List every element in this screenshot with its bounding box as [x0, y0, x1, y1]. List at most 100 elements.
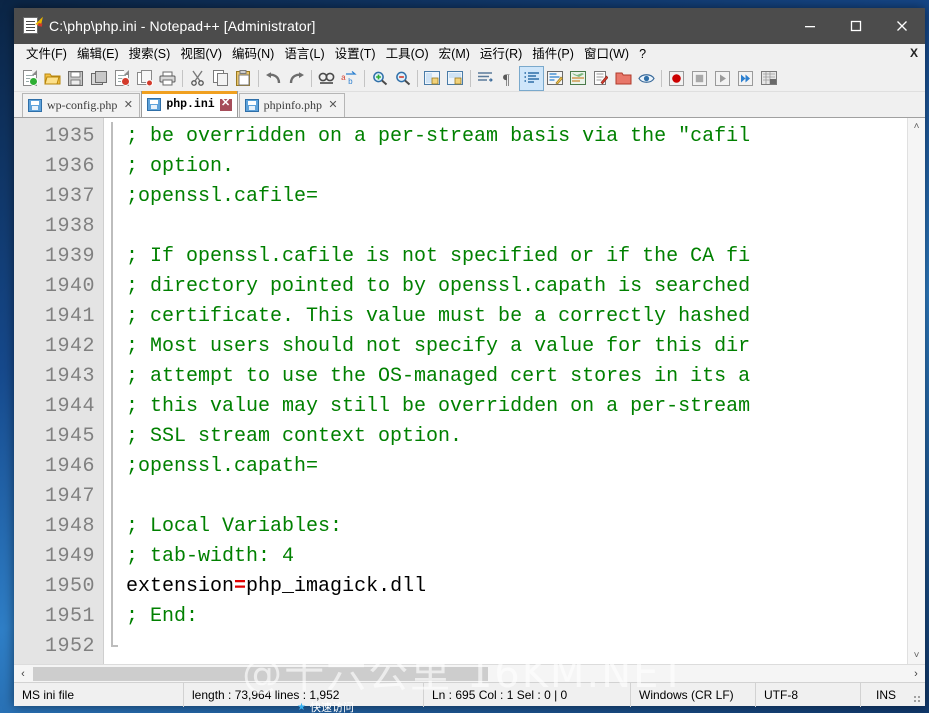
word-wrap-icon[interactable]: [474, 67, 497, 90]
tab-php-ini[interactable]: php.ini ✕: [141, 91, 238, 117]
save-all-icon[interactable]: [87, 67, 110, 90]
indent-guide-icon[interactable]: [519, 65, 544, 91]
fold-marker[interactable]: [104, 182, 122, 212]
find-icon[interactable]: [315, 67, 338, 90]
menu-settings[interactable]: 设置(T): [330, 45, 381, 64]
code-line[interactable]: [122, 482, 907, 512]
maximize-button[interactable]: [833, 8, 879, 44]
fold-marker[interactable]: [104, 272, 122, 302]
tab-close-icon[interactable]: ✕: [122, 100, 134, 112]
code-line[interactable]: ; this value may still be overridden on …: [122, 392, 907, 422]
horizontal-scrollbar[interactable]: ‹ ›: [14, 664, 925, 682]
fold-marker[interactable]: [104, 542, 122, 572]
menu-plugins[interactable]: 插件(P): [527, 45, 579, 64]
fold-marker[interactable]: [104, 362, 122, 392]
code-line[interactable]: ;openssl.cafile=: [122, 182, 907, 212]
menu-language[interactable]: 语言(L): [279, 45, 329, 64]
macro-record-icon[interactable]: [665, 67, 688, 90]
code-line[interactable]: ; be overridden on a per-stream basis vi…: [122, 122, 907, 152]
code-line[interactable]: ; If openssl.cafile is not specified or …: [122, 242, 907, 272]
menu-encoding[interactable]: 编码(N): [227, 45, 279, 64]
zoom-out-icon[interactable]: [391, 67, 414, 90]
redo-icon[interactable]: [285, 67, 308, 90]
tab-phpinfo-php[interactable]: phpinfo.php ✕: [238, 93, 345, 117]
code-text-area[interactable]: ; be overridden on a per-stream basis vi…: [122, 118, 907, 664]
code-line[interactable]: ;openssl.capath=: [122, 452, 907, 482]
new-file-icon[interactable]: [18, 67, 41, 90]
code-line[interactable]: ; option.: [122, 152, 907, 182]
print-icon[interactable]: [156, 67, 179, 90]
tab-close-icon[interactable]: ✕: [219, 98, 232, 111]
sync-horizontal-scroll-icon[interactable]: [444, 67, 467, 90]
code-line[interactable]: ; tab-width: 4: [122, 542, 907, 572]
replace-icon[interactable]: ab: [338, 67, 361, 90]
menu-view[interactable]: 视图(V): [175, 45, 227, 64]
paste-icon[interactable]: [232, 67, 255, 90]
horizontal-scroll-thumb[interactable]: [33, 666, 488, 681]
close-button[interactable]: [879, 8, 925, 44]
code-line[interactable]: [122, 632, 907, 662]
fold-marker[interactable]: [104, 332, 122, 362]
fold-marker[interactable]: [104, 152, 122, 182]
fold-marker[interactable]: [104, 572, 122, 602]
taskbar-quick-access-item[interactable]: ★ 快速访问: [297, 701, 354, 713]
tab-wp-config-php[interactable]: wp-config.php ✕: [22, 93, 141, 117]
fold-marker[interactable]: [104, 632, 122, 662]
fold-marker[interactable]: [104, 602, 122, 632]
menu-search[interactable]: 搜索(S): [124, 45, 176, 64]
status-encoding[interactable]: UTF-8: [756, 682, 861, 707]
menu-edit[interactable]: 编辑(E): [72, 45, 124, 64]
close-document-button[interactable]: X: [910, 46, 918, 60]
macro-stop-icon[interactable]: [688, 67, 711, 90]
fold-marker[interactable]: [104, 392, 122, 422]
scroll-left-icon[interactable]: ‹: [14, 665, 32, 683]
menu-tools[interactable]: 工具(O): [381, 45, 434, 64]
vertical-scrollbar[interactable]: ˄ ˅: [907, 118, 925, 664]
code-line[interactable]: ; SSL stream context option.: [122, 422, 907, 452]
macro-save-icon[interactable]: [757, 67, 780, 90]
code-line[interactable]: [122, 212, 907, 242]
menu-macro[interactable]: 宏(M): [434, 45, 475, 64]
close-all-icon[interactable]: [133, 67, 156, 90]
macro-play-icon[interactable]: [711, 67, 734, 90]
tab-close-icon[interactable]: ✕: [327, 100, 339, 112]
resize-grip-icon[interactable]: [911, 683, 925, 707]
fold-marker[interactable]: [104, 422, 122, 452]
menu-run[interactable]: 运行(R): [475, 45, 527, 64]
sync-vertical-scroll-icon[interactable]: [421, 67, 444, 90]
macro-playback-multiple-icon[interactable]: [734, 67, 757, 90]
document-map-icon[interactable]: [566, 67, 589, 90]
copy-icon[interactable]: [209, 67, 232, 90]
fold-marker[interactable]: [104, 122, 122, 152]
fold-marker[interactable]: [104, 482, 122, 512]
status-line-ending[interactable]: Windows (CR LF): [631, 682, 756, 707]
scroll-up-icon[interactable]: ˄: [908, 118, 925, 135]
code-line[interactable]: ; certificate. This value must be a corr…: [122, 302, 907, 332]
fold-marker[interactable]: [104, 302, 122, 332]
code-folding-margin[interactable]: [104, 118, 122, 664]
fold-marker[interactable]: [104, 512, 122, 542]
menu-help[interactable]: ?: [634, 45, 651, 64]
code-line[interactable]: ; End:: [122, 602, 907, 632]
fold-marker[interactable]: [104, 242, 122, 272]
zoom-in-icon[interactable]: [368, 67, 391, 90]
code-line[interactable]: ; directory pointed to by openssl.capath…: [122, 272, 907, 302]
folder-as-workspace-icon[interactable]: [612, 67, 635, 90]
code-line[interactable]: ; Most users should not specify a value …: [122, 332, 907, 362]
open-file-icon[interactable]: [41, 67, 64, 90]
code-line[interactable]: ; attempt to use the OS-managed cert sto…: [122, 362, 907, 392]
status-insert-mode[interactable]: INS: [861, 683, 911, 707]
minimize-button[interactable]: [787, 8, 833, 44]
show-all-characters-icon[interactable]: ¶: [497, 67, 520, 90]
close-file-icon[interactable]: [110, 67, 133, 90]
menu-window[interactable]: 窗口(W): [579, 45, 634, 64]
vertical-scroll-track[interactable]: [908, 135, 925, 647]
code-line[interactable]: extension=php_imagick.dll: [122, 572, 907, 602]
menu-file[interactable]: 文件(F): [21, 45, 72, 64]
fold-marker[interactable]: [104, 212, 122, 242]
save-icon[interactable]: [64, 67, 87, 90]
monitoring-icon[interactable]: [635, 67, 658, 90]
fold-marker[interactable]: [104, 452, 122, 482]
scroll-right-icon[interactable]: ›: [907, 665, 925, 683]
user-defined-language-icon[interactable]: [543, 67, 566, 90]
